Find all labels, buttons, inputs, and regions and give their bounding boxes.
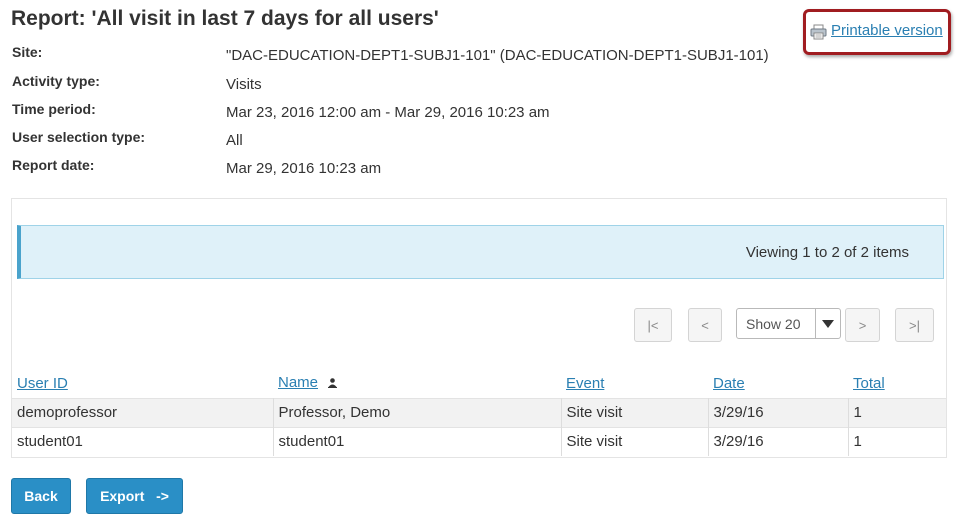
printer-icon[interactable] [810, 24, 827, 40]
printable-version-link[interactable]: Printable version [831, 22, 943, 39]
cell-event: Site visit [561, 397, 709, 427]
cell-total: 1 [848, 426, 946, 456]
activity-type-label: Activity type: [12, 73, 100, 89]
page-size-select[interactable]: Show 20 [736, 308, 841, 339]
next-page-button[interactable]: > [845, 308, 880, 342]
cell-name: student01 [273, 426, 562, 456]
cell-user-id: demoprofessor [12, 397, 274, 427]
cell-user-id: student01 [12, 426, 274, 456]
sort-name-link[interactable]: Name [278, 374, 318, 391]
activity-type-value: Visits [226, 76, 262, 93]
sort-user-id-link[interactable]: User ID [17, 375, 68, 392]
chevron-down-icon[interactable] [815, 309, 840, 338]
table-header-row: User ID Name Event Date Total [12, 369, 946, 398]
sort-event-link[interactable]: Event [566, 375, 604, 392]
site-label: Site: [12, 44, 43, 60]
first-page-button[interactable]: |< [634, 308, 672, 342]
table-row: demoprofessor Professor, Demo Site visit… [12, 397, 946, 427]
page-title: Report: 'All visit in last 7 days for al… [11, 7, 439, 30]
printable-version-highlight: Printable version [803, 9, 951, 55]
report-table: User ID Name Event Date Total demoprofes… [12, 369, 946, 456]
viewing-items-info: Viewing 1 to 2 of 2 items [17, 225, 944, 279]
sort-total-link[interactable]: Total [853, 375, 885, 392]
viewing-items-text: Viewing 1 to 2 of 2 items [745, 243, 909, 261]
cell-date: 3/29/16 [708, 426, 849, 456]
cell-date: 3/29/16 [708, 397, 849, 427]
table-row: student01 student01 Site visit 3/29/16 1 [12, 426, 946, 456]
report-date-value: Mar 29, 2016 10:23 am [226, 160, 382, 177]
export-button[interactable]: Export -> [86, 478, 183, 514]
time-period-value: Mar 23, 2016 12:00 am - Mar 29, 2016 10:… [226, 104, 550, 121]
report-panel: Viewing 1 to 2 of 2 items |< < Show 20 >… [11, 198, 947, 458]
sort-date-link[interactable]: Date [713, 375, 745, 392]
cell-total: 1 [848, 397, 946, 427]
page-size-value: Show 20 [746, 315, 801, 332]
report-date-label: Report date: [12, 157, 95, 173]
back-button[interactable]: Back [11, 478, 71, 514]
sort-user-icon [328, 375, 338, 392]
previous-page-button[interactable]: < [688, 308, 722, 342]
cell-name: Professor, Demo [273, 397, 562, 427]
cell-event: Site visit [561, 426, 709, 456]
time-period-label: Time period: [12, 101, 96, 117]
user-selection-type-label: User selection type: [12, 129, 146, 145]
last-page-button[interactable]: >| [895, 308, 934, 342]
site-value: "DAC-EDUCATION-DEPT1-SUBJ1-101" (DAC-EDU… [226, 47, 769, 64]
user-selection-type-value: All [226, 132, 243, 149]
